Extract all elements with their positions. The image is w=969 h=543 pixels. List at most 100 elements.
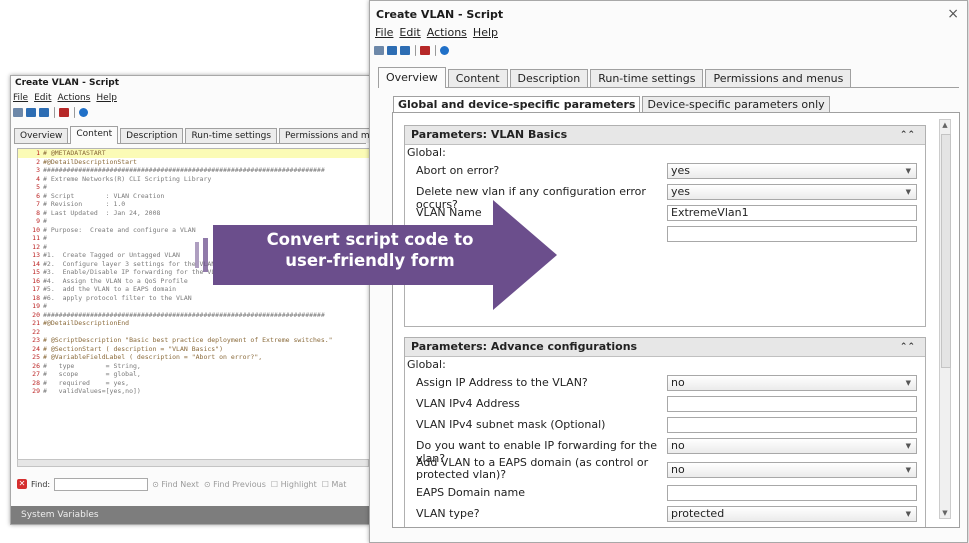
horizontal-scrollbar[interactable] [17, 459, 369, 467]
line-text: # @ScriptDescription "Basic best practic… [43, 336, 333, 344]
line-number: 2 [36, 157, 40, 166]
assign-ip-select[interactable]: no ▼ [667, 375, 917, 391]
scrollbar-thumb[interactable] [941, 134, 951, 368]
tab-bar: Overview Content Description Run-time se… [14, 126, 369, 144]
tab-content[interactable]: Content [70, 126, 119, 144]
line-number: 27 [32, 370, 40, 378]
run-icon[interactable] [79, 107, 88, 117]
tab-runtime-settings[interactable]: Run-time settings [590, 69, 704, 87]
delete-vlan-on-error-select[interactable]: yes ▼ [667, 184, 917, 200]
menu-file[interactable]: File [375, 25, 393, 41]
menu-actions[interactable]: Actions [58, 91, 91, 105]
tab-content[interactable]: Content [447, 69, 508, 87]
tab-overview[interactable]: Overview [378, 67, 446, 88]
line-number: 19 [32, 302, 40, 310]
menu-help[interactable]: Help [96, 91, 117, 105]
code-line: 5 # [18, 183, 369, 192]
chevron-down-icon: ▼ [905, 188, 911, 196]
save-icon[interactable] [387, 45, 397, 55]
eaps-domain-name-input[interactable] [667, 485, 917, 501]
menu-actions[interactable]: Actions [427, 25, 467, 41]
vertical-scrollbar[interactable]: ▲ ▼ [939, 119, 951, 519]
save-as-icon[interactable] [400, 45, 410, 55]
line-number: 3 [36, 166, 40, 174]
collapse-icon[interactable]: ⌃⌃ [900, 126, 915, 144]
line-text: # type = String, [43, 361, 141, 370]
code-line: 23 # @ScriptDescription "Basic best pract… [18, 336, 369, 345]
vlan-name-input[interactable]: ExtremeVlan1 [667, 205, 917, 221]
line-text: # [43, 217, 47, 225]
chevron-down-icon: ▼ [905, 379, 911, 387]
system-variables-bar[interactable]: System Variables [11, 506, 369, 524]
tab-runtime-settings[interactable]: Run-time settings [185, 128, 278, 143]
ipv4-subnet-mask-input[interactable] [667, 417, 917, 433]
line-text: #6. apply protocol filter to the VLAN [43, 293, 192, 302]
code-line: 21 #@DetailDescriptionEnd [18, 319, 369, 328]
line-number: 7 [36, 200, 40, 208]
line-text: # scope = global, [43, 370, 141, 378]
vlan-tag-input[interactable] [667, 226, 917, 242]
line-number: 13 [32, 251, 40, 259]
line-number: 9 [36, 217, 40, 225]
collapse-icon[interactable]: ⌃⌃ [900, 338, 915, 356]
menu-edit[interactable]: Edit [34, 91, 51, 105]
line-number: 10 [32, 225, 40, 234]
scroll-up-icon[interactable]: ▲ [940, 120, 950, 130]
scroll-down-icon[interactable]: ▼ [940, 508, 950, 518]
list-icon[interactable] [59, 107, 69, 117]
line-number: 29 [32, 387, 40, 395]
section-header[interactable]: Parameters: Advance configurations ⌃⌃ [405, 338, 925, 357]
find-next-button[interactable]: ⊙ Find Next [152, 480, 199, 489]
tab-description[interactable]: Description [509, 69, 589, 87]
line-text: #@DetailDescriptionStart [43, 157, 137, 166]
line-number: 14 [32, 259, 40, 268]
close-find-icon[interactable]: ✕ [17, 479, 27, 489]
find-previous-button[interactable]: ⊙ Find Previous [204, 480, 266, 489]
line-text: # validValues=[yes,no]) [43, 387, 141, 395]
subtab-global-device-params[interactable]: Global and device-specific parameters [393, 96, 641, 113]
code-line: 20 ######################################… [18, 311, 369, 320]
open-icon[interactable] [13, 107, 23, 117]
eaps-domain-select[interactable]: no ▼ [667, 462, 917, 478]
menu-file[interactable]: File [13, 91, 28, 105]
run-icon[interactable] [440, 45, 449, 55]
list-icon[interactable] [420, 45, 430, 55]
menu-edit[interactable]: Edit [399, 25, 420, 41]
tab-permissions-menus[interactable]: Permissions and menus [279, 128, 369, 143]
window-title: Create VLAN - Script [15, 78, 120, 88]
tab-overview[interactable]: Overview [14, 128, 69, 143]
tab-bar: Overview Content Description Run-time se… [378, 66, 959, 88]
ipv4-address-input[interactable] [667, 396, 917, 412]
highlight-checkbox[interactable]: ☐ Highlight [271, 480, 317, 489]
vlan-type-select[interactable]: protected ▼ [667, 506, 917, 522]
abort-on-error-select[interactable]: yes ▼ [667, 163, 917, 179]
callout-text: Convert script code to user-friendly for… [230, 229, 510, 271]
line-number: 23 [32, 336, 40, 344]
line-number: 17 [32, 285, 40, 293]
toolbar-separator [435, 44, 436, 56]
tab-permissions-menus[interactable]: Permissions and menus [705, 69, 852, 87]
find-input[interactable] [54, 477, 149, 491]
section-advance-configurations: Parameters: Advance configurations ⌃⌃ Gl… [404, 337, 926, 527]
subtab-device-specific-params[interactable]: Device-specific parameters only [642, 96, 830, 113]
section-header[interactable]: Parameters: VLAN Basics ⌃⌃ [405, 126, 925, 145]
open-icon[interactable] [374, 45, 384, 55]
line-text: # Extreme Networks(R) CLI Scripting Libr… [43, 174, 212, 183]
callout-line-1: Convert script code to [266, 230, 474, 249]
callout-line-2: user-friendly form [285, 251, 455, 270]
save-icon[interactable] [26, 107, 36, 117]
ip-forwarding-select[interactable]: no ▼ [667, 438, 917, 454]
menu-help[interactable]: Help [473, 25, 498, 41]
field-row: Abort on error? yes ▼ [405, 161, 925, 182]
close-icon[interactable]: × [947, 6, 959, 22]
field-row: VLAN type? protected ▼ [405, 504, 925, 525]
line-text: # Last Updated : Jan 24, 2008 [43, 208, 161, 217]
section-title: Parameters: Advance configurations [411, 340, 638, 353]
tab-description[interactable]: Description [120, 128, 184, 143]
line-text: # required = yes, [43, 378, 130, 387]
save-as-icon[interactable] [39, 107, 49, 117]
field-label: VLAN IPv4 Address [416, 397, 520, 410]
parameter-subtabs: Global and device-specific parameters De… [393, 96, 832, 113]
match-checkbox[interactable]: ☐ Mat [322, 480, 347, 489]
menu-bar: File Edit Actions Help [370, 25, 967, 41]
